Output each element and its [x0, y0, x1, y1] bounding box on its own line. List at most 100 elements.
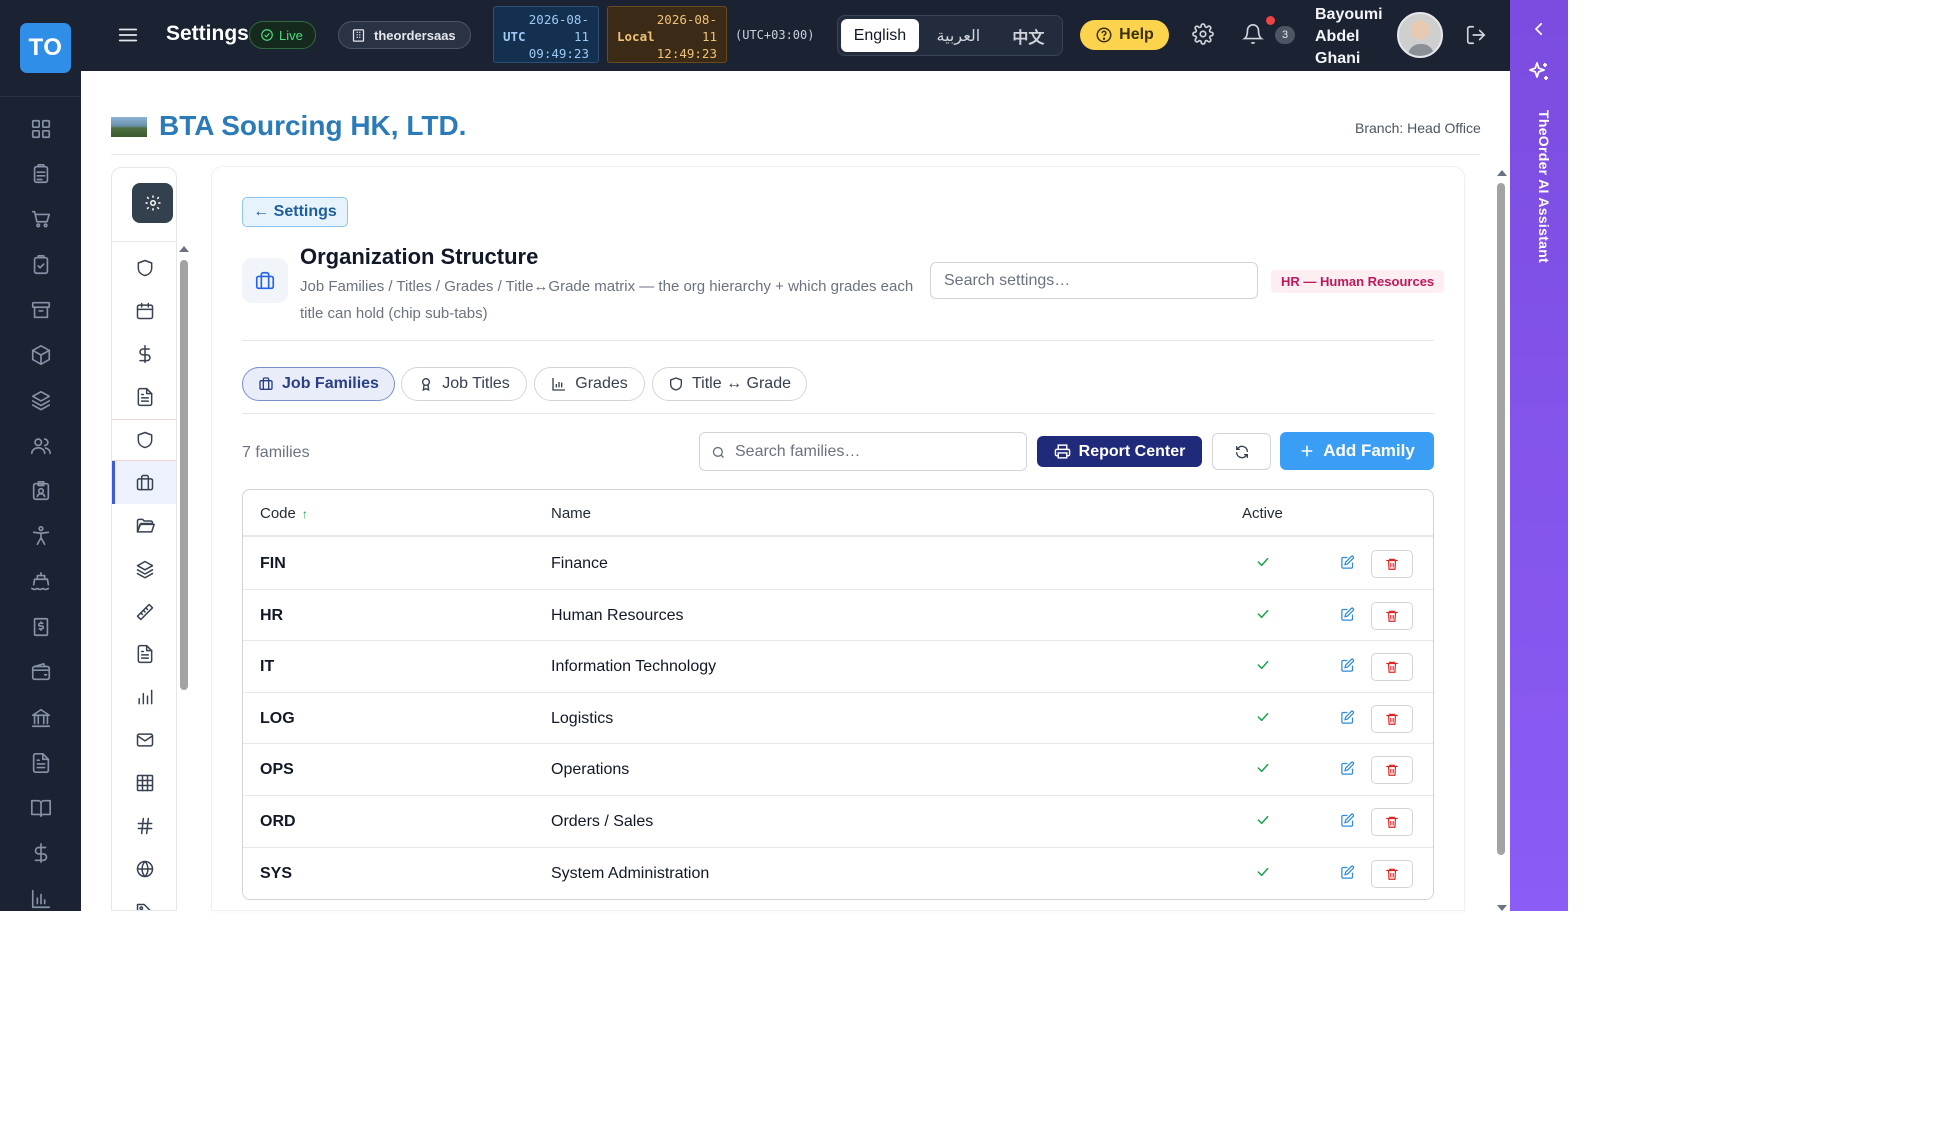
settings-search-input[interactable] [930, 262, 1258, 299]
language-english[interactable]: English [841, 19, 919, 52]
wallet-icon[interactable] [0, 650, 81, 695]
delete-button[interactable] [1371, 859, 1413, 888]
tab-title-grade[interactable]: Title ↔ Grade [652, 367, 807, 401]
family-search-input[interactable] [735, 433, 1020, 470]
delete-button[interactable] [1371, 653, 1413, 682]
page-scrollbar[interactable] [1496, 170, 1508, 911]
app-logo[interactable]: TO [20, 23, 71, 73]
edit-icon[interactable] [1340, 813, 1355, 828]
column-header-name[interactable]: Name [551, 505, 591, 522]
settings-gear-button[interactable] [132, 183, 173, 223]
edit-icon[interactable] [1340, 710, 1355, 725]
trash-icon [1385, 867, 1399, 881]
ai-assistant-panel[interactable]: TheOrder AI Assistant [1510, 0, 1568, 911]
table-row[interactable]: FIN Finance [243, 538, 1433, 590]
help-button[interactable]: Help [1080, 20, 1169, 50]
language-chinese[interactable]: 中文 [998, 19, 1059, 52]
chart-icon[interactable] [0, 876, 81, 921]
ai-assistant-label[interactable]: TheOrder AI Assistant [1536, 110, 1552, 263]
scroll-up-arrow[interactable] [179, 246, 189, 252]
bank-icon[interactable] [0, 695, 81, 740]
ruler-icon[interactable] [112, 590, 176, 633]
edit-icon[interactable] [1340, 658, 1355, 673]
hash-icon[interactable] [112, 805, 176, 848]
calendar-icon[interactable] [112, 290, 176, 333]
grid-icon[interactable] [112, 762, 176, 805]
scroll-thumb[interactable] [1497, 183, 1505, 855]
users-icon[interactable] [0, 423, 81, 468]
delete-button[interactable] [1371, 756, 1413, 785]
scroll-up-arrow[interactable] [1497, 170, 1507, 176]
briefcase-icon[interactable] [112, 461, 176, 505]
column-header-active[interactable]: Active [1242, 505, 1283, 522]
tab-job-titles[interactable]: Job Titles [401, 367, 527, 401]
column-header-code[interactable]: Code ↑ [260, 505, 308, 522]
ship-icon[interactable] [0, 559, 81, 604]
add-family-button[interactable]: Add Family [1280, 432, 1434, 470]
language-arabic[interactable]: العربية [921, 19, 996, 52]
package-icon[interactable] [0, 332, 81, 377]
archive-icon[interactable] [0, 287, 81, 332]
tab-grades[interactable]: Grades [534, 367, 645, 401]
edit-icon[interactable] [1340, 555, 1355, 570]
table-row[interactable]: ORD Orders / Sales [243, 796, 1433, 848]
shield-icon[interactable] [112, 247, 176, 290]
family-code: HR [260, 606, 284, 624]
document-icon[interactable] [0, 740, 81, 785]
edit-icon[interactable] [1340, 607, 1355, 622]
table-row[interactable]: LOG Logistics [243, 693, 1433, 745]
family-name: Orders / Sales [551, 813, 654, 830]
report-center-button[interactable]: Report Center [1037, 436, 1202, 467]
menu-icon[interactable] [117, 24, 139, 46]
document-icon[interactable] [112, 376, 176, 419]
delete-button[interactable] [1371, 808, 1413, 836]
id-badge-icon[interactable] [0, 468, 81, 513]
delete-button[interactable] [1371, 550, 1413, 578]
dashboard-icon[interactable] [0, 106, 81, 151]
document-icon[interactable] [112, 633, 176, 676]
delete-button[interactable] [1371, 601, 1413, 630]
bell-icon[interactable] [1242, 23, 1264, 45]
gear-icon[interactable] [1192, 23, 1214, 45]
clipboard-check-icon[interactable] [0, 242, 81, 287]
mail-icon[interactable] [112, 719, 176, 762]
tag-icon[interactable] [112, 890, 176, 910]
user-name[interactable]: Bayoumi Abdel Ghani [1315, 4, 1395, 70]
scroll-thumb[interactable] [180, 260, 188, 690]
clipboard-icon[interactable] [0, 151, 81, 196]
globe-icon[interactable] [112, 847, 176, 890]
report-center-label: Report Center [1078, 442, 1186, 460]
table-row[interactable]: IT Information Technology [243, 641, 1433, 693]
section-description: Job Families / Titles / Grades / Title↔G… [300, 278, 914, 322]
edit-icon[interactable] [1340, 865, 1355, 880]
refresh-button[interactable] [1212, 433, 1271, 470]
shield-icon[interactable] [112, 418, 176, 462]
table-row[interactable]: SYS System Administration [243, 848, 1433, 899]
utc-time: 09:49:23 [528, 46, 589, 61]
top-bar: Settings Live theordersaas 2026-08- UTC … [81, 0, 1510, 71]
layers-icon[interactable] [0, 378, 81, 423]
folder-icon[interactable] [112, 504, 176, 547]
table-row[interactable]: OPS Operations [243, 744, 1433, 796]
scroll-down-arrow[interactable] [1497, 905, 1507, 911]
accessibility-icon[interactable] [0, 514, 81, 559]
tab-job-families[interactable]: Job Families [242, 367, 395, 401]
subnav-scrollbar[interactable] [179, 246, 189, 911]
avatar[interactable] [1397, 12, 1443, 58]
cart-icon[interactable] [0, 197, 81, 242]
bar-chart-icon[interactable] [112, 676, 176, 719]
tenant-selector[interactable]: theordersaas [338, 21, 471, 49]
dollar-icon[interactable] [0, 831, 81, 876]
book-icon[interactable] [0, 785, 81, 830]
edit-icon[interactable] [1340, 761, 1355, 776]
check-icon [1255, 760, 1271, 776]
back-to-settings-button[interactable]: ← Settings [242, 197, 348, 227]
chevron-left-icon[interactable] [1530, 20, 1548, 38]
table-row[interactable]: HR Human Resources [243, 590, 1433, 642]
delete-button[interactable] [1371, 704, 1413, 733]
invoice-icon[interactable] [0, 604, 81, 649]
help-label: Help [1119, 26, 1154, 43]
dollar-icon[interactable] [112, 333, 176, 376]
logout-icon[interactable] [1465, 24, 1487, 46]
layers-icon[interactable] [112, 547, 176, 590]
